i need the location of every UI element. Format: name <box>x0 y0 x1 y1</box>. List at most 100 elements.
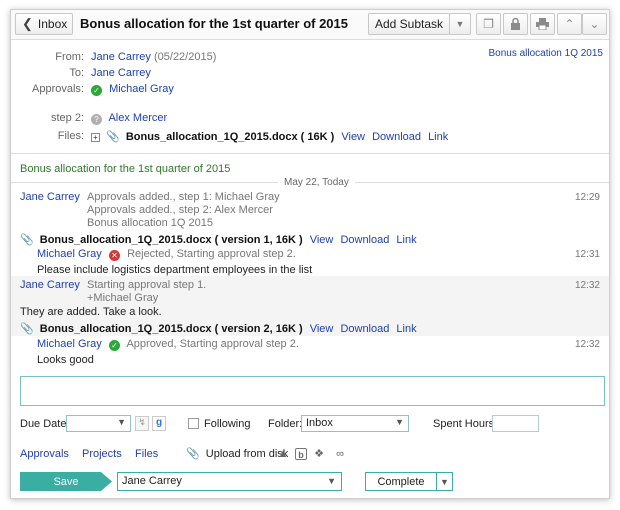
files-label: Files: <box>57 130 84 142</box>
step2-label: step 2: <box>50 112 84 124</box>
entry3-file-name: Bonus_allocation_1Q_2015.docx ( version … <box>39 323 303 335</box>
chevron-down-icon: ▼ <box>117 417 126 427</box>
entry1-line3: Bonus allocation 1Q 2015 <box>87 217 213 229</box>
approver-2-link[interactable]: Alex Mercer <box>108 112 167 124</box>
chevron-down-icon: ▼ <box>327 476 336 486</box>
complete-dropdown[interactable]: ▼ <box>436 472 453 491</box>
approver-1-link[interactable]: Michael Gray <box>109 83 174 95</box>
from-label: From: <box>55 51 84 63</box>
time-toggle-button[interactable]: ↯ <box>135 416 149 431</box>
tag-link-text[interactable]: Bonus allocation 1Q 2015 <box>488 48 603 59</box>
entry2-author[interactable]: Michael Gray <box>37 248 102 260</box>
entry3-line2: +Michael Gray <box>87 292 159 304</box>
previous-task-button[interactable]: ⌃ <box>557 13 582 35</box>
file-view-link[interactable]: View <box>341 131 365 143</box>
approved-icon: ✓ <box>109 340 120 351</box>
folder-label: Folder: <box>268 418 303 430</box>
due-date-select[interactable]: ▼ <box>66 415 131 432</box>
assignee-select[interactable]: Jane Carrey ▼ <box>117 472 342 491</box>
entry1-line1: Approvals added., step 1: Michael Gray <box>87 191 280 203</box>
entry2-status-rest: , Starting approval step 2. <box>170 248 296 260</box>
entry4-author[interactable]: Michael Gray <box>37 338 102 350</box>
entry3-time: 12:32 <box>574 280 600 291</box>
check-icon: ✓ <box>91 85 102 96</box>
box-icon[interactable]: b <box>295 448 307 460</box>
page-title: Bonus allocation for the 1st quarter of … <box>80 16 348 31</box>
lock-button[interactable] <box>503 13 528 35</box>
chevron-down-icon: ⌄ <box>589 17 600 31</box>
from-date: (05/22/2015) <box>153 51 217 63</box>
entry1-download-link[interactable]: Download <box>340 234 389 246</box>
entry1-time: 12:29 <box>574 192 600 203</box>
entry4-time: 12:32 <box>574 339 600 350</box>
copy-icon: ❐ <box>483 17 494 31</box>
approvals-label: Approvals: <box>32 83 84 95</box>
spent-hours-input[interactable] <box>492 415 539 432</box>
next-task-button[interactable]: ⌄ <box>582 13 607 35</box>
folder-value: Inbox <box>306 417 333 429</box>
upload-from-disk[interactable]: 📎 Upload from disk <box>186 447 288 460</box>
tab-projects[interactable]: Projects <box>82 448 122 460</box>
assignee-value: Jane Carrey <box>122 475 182 487</box>
attached-file: + 📎 Bonus_allocation_1Q_2015.docx ( 16K … <box>91 130 448 143</box>
entry3-message: They are added. Take a look. <box>20 306 162 318</box>
add-subtask-button[interactable]: Add Subtask <box>368 13 450 35</box>
file-name: Bonus_allocation_1Q_2015.docx ( 16K ) <box>125 131 335 143</box>
back-to-inbox-button[interactable]: ❮ Inbox <box>15 13 73 35</box>
dropbox-icon[interactable]: ❖ <box>313 448 325 460</box>
expand-icon[interactable]: + <box>91 133 100 142</box>
entry1-file: 📎 Bonus_allocation_1Q_2015.docx ( versio… <box>20 233 417 246</box>
due-date-label: Due Date: <box>20 418 70 430</box>
lock-icon <box>511 18 520 30</box>
entry1-line2: Approvals added., step 2: Alex Mercer <box>87 204 273 216</box>
to-label: To: <box>69 67 84 79</box>
entry2-message: Please include logistics department empl… <box>37 264 313 276</box>
entry1-file-name: Bonus_allocation_1Q_2015.docx ( version … <box>39 234 303 246</box>
save-button[interactable]: Save <box>20 472 112 491</box>
tab-files[interactable]: Files <box>135 448 158 460</box>
tag-link[interactable]: Bonus allocation 1Q 2015 <box>488 48 603 59</box>
chain-link-icon[interactable]: ∞ <box>332 448 348 460</box>
entry4-status-label: Approved <box>126 338 174 350</box>
entry3-line1: Starting approval step 1. <box>87 279 207 291</box>
add-subtask-dropdown[interactable]: ▼ <box>449 13 471 35</box>
entry1-view-link[interactable]: View <box>310 234 334 246</box>
printer-icon <box>536 18 549 30</box>
tab-approvals[interactable]: Approvals <box>20 448 69 460</box>
entry4-status-rest: , Starting approval step 2. <box>173 338 299 350</box>
folder-select[interactable]: Inbox ▼ <box>301 415 409 432</box>
from-field: Jane Carrey (05/22/2015) <box>91 51 216 63</box>
chevron-up-icon: ⌃ <box>564 17 575 31</box>
complete-button[interactable]: Complete <box>365 472 437 491</box>
entry1-link-link[interactable]: Link <box>396 234 416 246</box>
back-button-label: Inbox <box>37 17 68 31</box>
lightning-icon: ↯ <box>138 417 146 427</box>
chevron-down-icon: ▼ <box>440 476 449 487</box>
copy-button[interactable]: ❐ <box>476 13 501 35</box>
google-drive-icon[interactable]: ▲ <box>277 448 289 460</box>
entry3-author[interactable]: Jane Carrey <box>20 279 80 291</box>
task-subject: Bonus allocation for the 1st quarter of … <box>20 163 231 175</box>
following-label: Following <box>204 418 251 430</box>
entry4-status: ✓ Approved, Starting approval step 2. <box>109 338 299 351</box>
spent-hours-label: Spent Hours: <box>433 418 498 430</box>
chevron-down-icon: ▼ <box>395 417 404 427</box>
file-download-link[interactable]: Download <box>372 131 421 143</box>
pending-icon: ? <box>91 114 102 125</box>
comment-input[interactable] <box>20 376 605 406</box>
entry1-author[interactable]: Jane Carrey <box>20 191 80 203</box>
following-checkbox[interactable] <box>188 418 199 429</box>
print-button[interactable] <box>530 13 555 35</box>
header-divider <box>11 153 609 154</box>
to-user-link[interactable]: Jane Carrey <box>91 67 151 79</box>
entry3-link-link[interactable]: Link <box>396 323 416 335</box>
entry3-view-link[interactable]: View <box>310 323 334 335</box>
chevron-down-icon: ▼ <box>455 19 465 29</box>
file-link-link[interactable]: Link <box>428 131 448 143</box>
approver-step1: ✓ Michael Gray <box>91 83 174 96</box>
paperclip-icon: 📎 <box>106 131 120 143</box>
from-user-link[interactable]: Jane Carrey <box>91 51 151 63</box>
entry2-time: 12:31 <box>574 249 600 260</box>
entry3-download-link[interactable]: Download <box>340 323 389 335</box>
google-calendar-button[interactable]: g <box>152 416 166 431</box>
